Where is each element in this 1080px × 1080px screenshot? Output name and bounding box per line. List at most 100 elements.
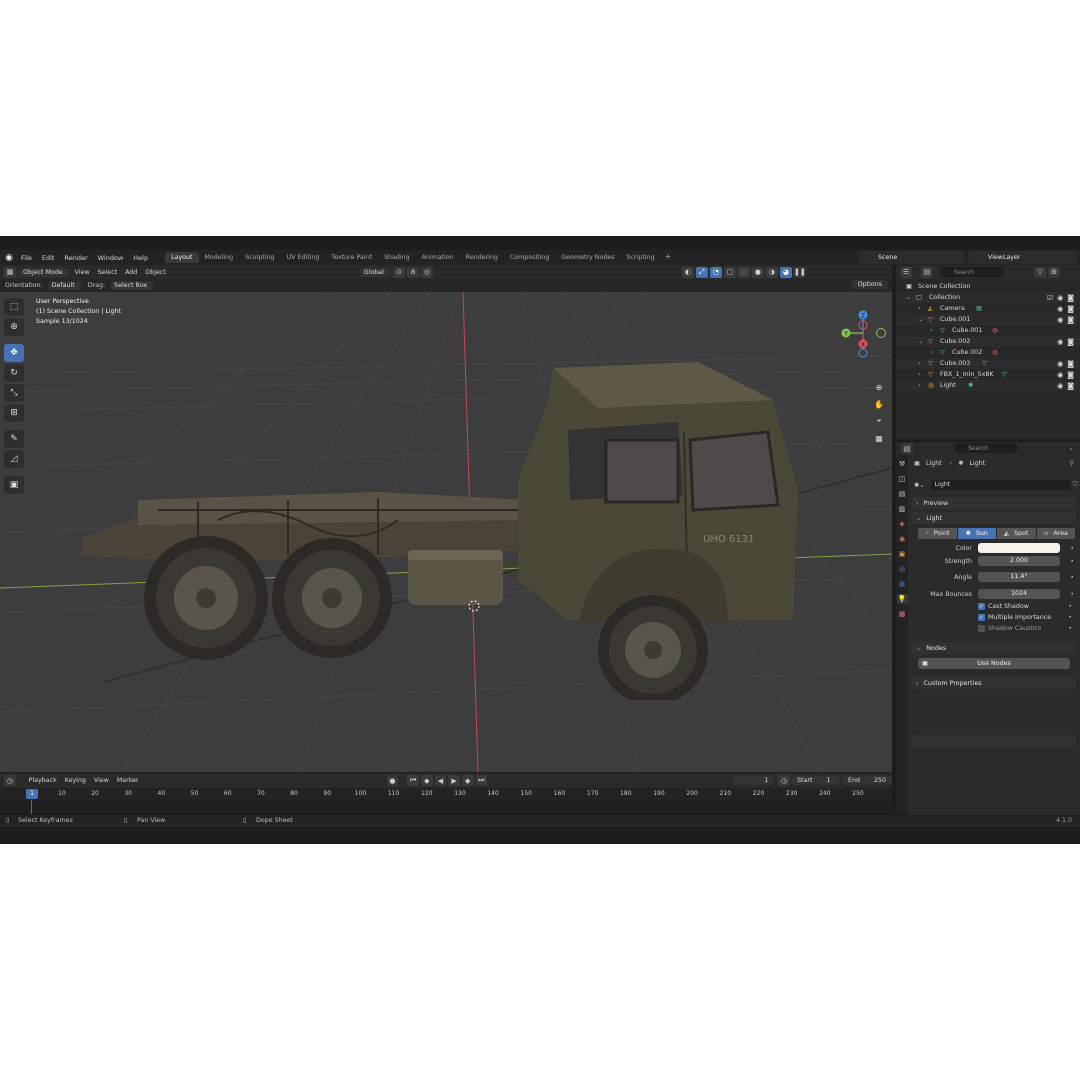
current-frame-indicator[interactable]: 1 [26,789,38,799]
menu-keying[interactable]: Keying [61,777,90,784]
animate-dot-icon[interactable]: • [1070,574,1074,581]
outliner-item-cube001-mesh[interactable]: › ▽ Cube.001 ◍ [896,325,1080,336]
custom-properties-header[interactable]: › Custom Properties [912,677,1076,689]
camera-render-icon[interactable]: ◙ [1067,338,1074,346]
light-type-area[interactable]: ▱ Area [1036,528,1075,539]
preview-range-icon[interactable]: ◷ [778,775,791,786]
menu-add[interactable]: Add [121,269,141,276]
camera-render-icon[interactable]: ◙ [1067,305,1074,313]
display-mode-icon[interactable]: ▤ [921,266,933,278]
transform-tool-icon[interactable]: ⊞ [4,404,24,422]
jump-keyframe-back-icon[interactable]: ◆ [420,775,433,786]
tab-modeling[interactable]: Modeling [199,252,240,263]
outliner-scene-collection[interactable]: ▣ Scene Collection [896,281,1080,292]
output-tab-icon[interactable]: ▤ [897,489,908,499]
jump-end-icon[interactable]: ⏭ [475,775,488,786]
rendered-shading-icon[interactable]: ◕ [779,266,792,278]
pause-render-icon[interactable]: ❚❚ [793,266,806,278]
menu-object[interactable]: Object [141,269,170,276]
camera-render-icon[interactable]: ◙ [1067,360,1074,368]
tab-sculpting[interactable]: Sculpting [239,252,280,263]
orientation-dropdown[interactable]: Default [47,281,81,290]
timeline-editor-icon[interactable]: ◷ [4,775,16,786]
menu-select[interactable]: Select [94,269,121,276]
tool-tab-icon[interactable]: ⚒ [897,459,908,469]
animate-dot-icon[interactable]: • [1070,591,1074,598]
tab-rendering[interactable]: Rendering [460,252,504,263]
fake-user-shield-icon[interactable]: ⛉ [1073,481,1078,489]
light-type-spot[interactable]: ◭ Spot [997,528,1036,539]
menu-render[interactable]: Render [59,254,92,262]
light-type-sun[interactable]: ✺ Sun [957,528,996,539]
truck-model[interactable]: UHO 6131 [78,360,808,700]
color-swatch[interactable] [978,543,1060,553]
add-cube-tool-icon[interactable]: ▣ [4,476,24,494]
properties-editor-icon[interactable]: ▤ [901,443,913,454]
blender-logo-icon[interactable]: ◉ [2,251,16,265]
scene-selector[interactable]: Scene [858,251,964,264]
light-data-tab-icon[interactable]: 💡 [896,594,908,604]
nodes-panel-header[interactable]: ⌄ Nodes [912,642,1076,654]
expand-chevron-icon[interactable]: › [918,360,921,367]
render-tab-icon[interactable]: ◫ [897,474,908,484]
outliner-search-input[interactable]: Search [940,267,1004,277]
physics-tab-icon[interactable]: ◎ [897,564,908,574]
animate-dot-icon[interactable]: • [1070,558,1074,565]
eye-icon[interactable]: ◉ [1057,382,1063,390]
camera-view-icon[interactable]: ⌖ [872,414,886,428]
filter-icon[interactable]: ▽ [1034,266,1046,278]
menu-file[interactable]: File [16,254,37,262]
end-frame-field[interactable]: End 250 [841,776,892,785]
object-tab-icon[interactable]: ▣ [897,549,908,559]
play-icon[interactable]: ▶ [448,775,460,786]
jump-start-icon[interactable]: ⏮ [407,775,419,786]
menu-help[interactable]: Help [128,254,153,262]
current-frame-field[interactable]: 1 [733,776,775,785]
light-panel-header[interactable]: ⌄ Light [912,512,1076,524]
properties-search-input[interactable]: Search [954,443,1018,453]
animate-dot-icon[interactable]: • [1068,603,1072,610]
camera-render-icon[interactable]: ◙ [1067,294,1074,302]
expand-chevron-icon[interactable]: › [930,349,933,356]
outliner-item-cube003[interactable]: › ▽ Cube.003 ▽ ◉ ◙ [896,358,1080,369]
navigation-gizmo[interactable]: Z Y X [838,308,888,358]
eye-icon[interactable]: ◉ [1057,338,1063,346]
expand-chevron-icon[interactable]: › [930,327,933,334]
view-layer-tab-icon[interactable]: ▥ [897,504,908,514]
proportional-edit-icon[interactable]: ◎ [420,266,433,278]
eye-icon[interactable]: ◉ [1057,360,1063,368]
tab-texture-paint[interactable]: Texture Paint [325,252,378,263]
pin-icon[interactable]: ⚲ [1069,460,1074,467]
multiple-importance-row[interactable]: ✓ Multiple Importance • [978,612,1078,622]
camera-render-icon[interactable]: ◙ [1067,382,1074,390]
outliner-editor-icon[interactable]: ☰ [900,266,912,278]
world-tab-icon[interactable]: ◉ [897,534,908,544]
collapse-chevron-icon[interactable]: ⌄ [918,338,923,345]
xray-icon[interactable]: ▢ [723,266,736,278]
gizmo-toggle-icon[interactable]: ⤢ [695,266,708,278]
collapse-chevron-icon[interactable]: ⌄ [906,294,911,301]
tab-geometry-nodes[interactable]: Geometry Nodes [555,252,620,263]
shadow-caustics-row[interactable]: Shadow Caustics • [978,623,1078,633]
tab-shading[interactable]: Shading [378,252,416,263]
shadow-caustics-checkbox[interactable] [978,624,985,632]
expand-chevron-icon[interactable]: › [918,371,921,378]
use-nodes-button[interactable]: ▣ Use Nodes [918,658,1070,669]
animate-dot-icon[interactable]: • [1068,625,1072,632]
texture-tab-icon[interactable]: ▩ [897,609,908,619]
constraints-tab-icon[interactable]: ◍ [897,579,908,589]
start-frame-field[interactable]: Start 1 [791,776,840,785]
eye-icon[interactable]: ◉ [1057,371,1063,379]
strength-field[interactable]: 2.000 [978,556,1060,566]
visibility-icon[interactable]: ◐ [681,266,694,278]
outliner-item-fbx[interactable]: › ▽ FBX_1_mln_5x8K ▽ ◉ ◙ [896,369,1080,380]
cast-shadow-checkbox[interactable]: ✓ [978,602,985,610]
measure-tool-icon[interactable]: ◿ [4,450,24,468]
auto-keying-icon[interactable]: ● [386,775,399,786]
datablock-name-field[interactable]: Light [930,480,1071,490]
expand-chevron-icon[interactable]: › [918,382,921,389]
camera-render-icon[interactable]: ◙ [1067,371,1074,379]
preview-panel-header[interactable]: › Preview [912,497,1076,509]
wireframe-shading-icon[interactable]: ◌ [737,266,750,278]
animate-dot-icon[interactable]: • [1070,545,1074,552]
